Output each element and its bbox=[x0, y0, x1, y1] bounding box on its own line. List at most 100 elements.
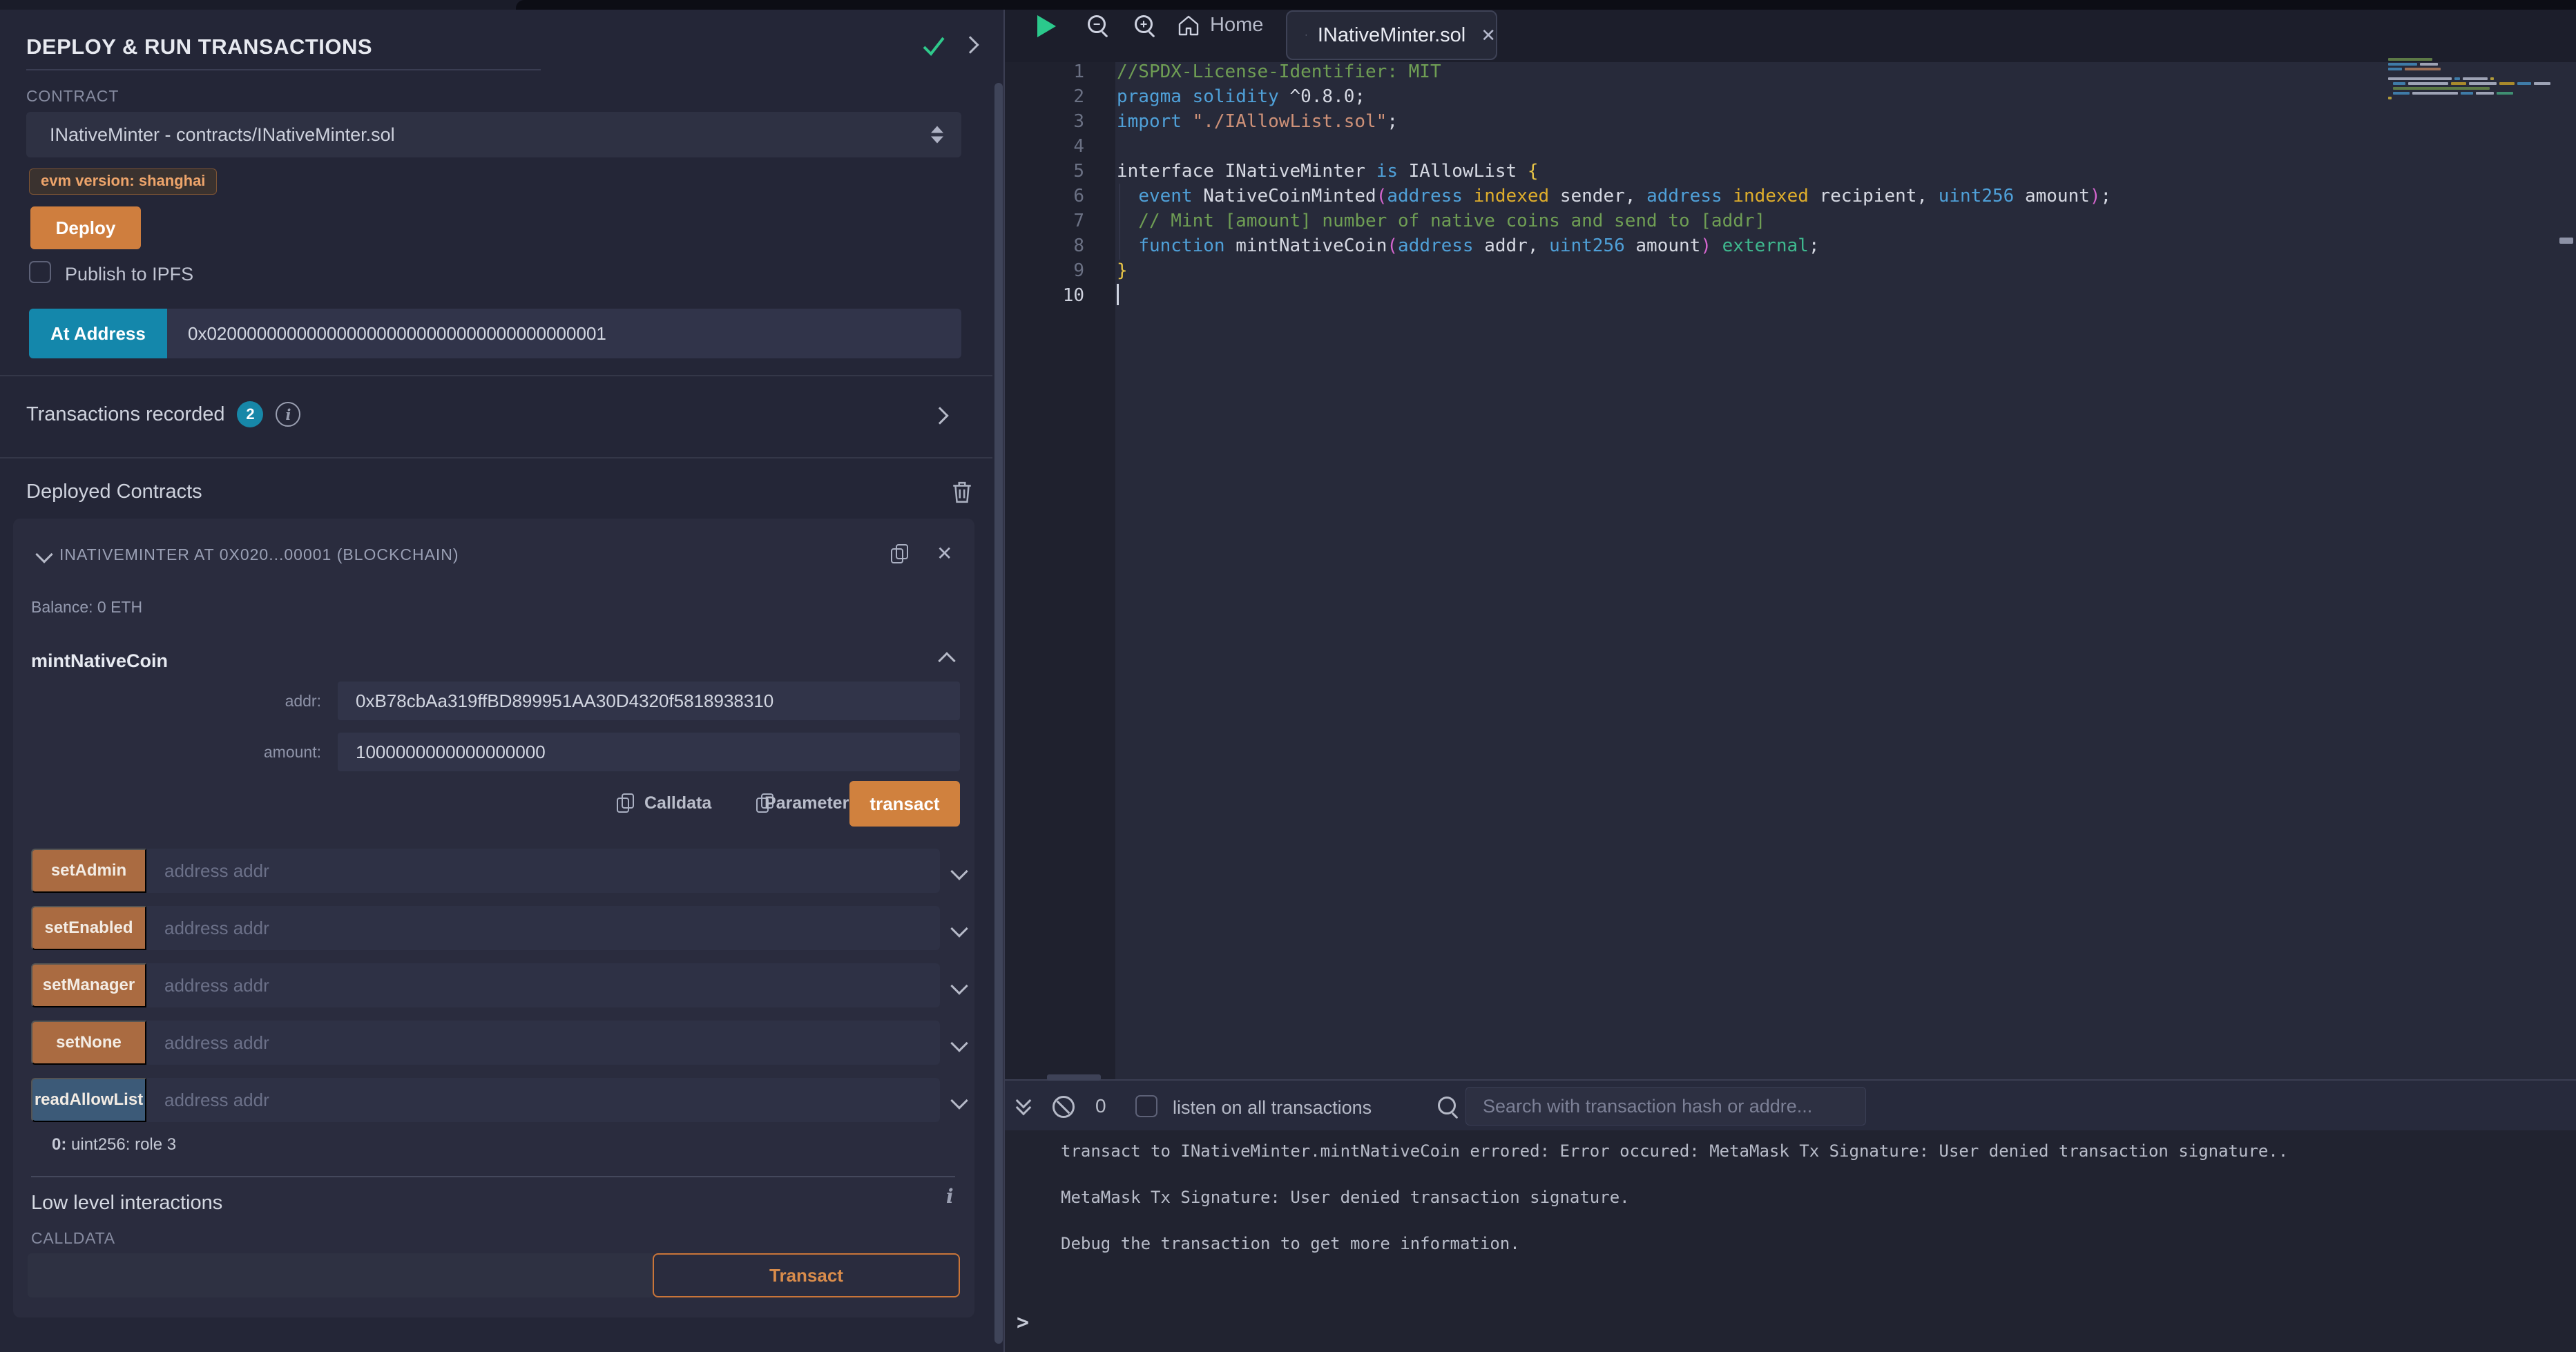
low-level-info-icon[interactable]: i bbox=[946, 1185, 954, 1208]
listen-transactions-checkbox[interactable] bbox=[1135, 1095, 1157, 1117]
code-text: // Mint [amount] number of native coins … bbox=[1084, 209, 1765, 233]
terminal-drag-handle[interactable] bbox=[1047, 1074, 1101, 1081]
line-number: 5 bbox=[1005, 159, 1084, 184]
function-actions-row: Calldata Parameters transact bbox=[31, 781, 960, 827]
text-cursor bbox=[1117, 284, 1119, 305]
parameter-label: amount: bbox=[31, 743, 338, 762]
evm-version-badge: evm version: shanghai bbox=[29, 168, 217, 195]
function-row-setAdmin: setAdmin bbox=[31, 849, 967, 893]
function-input-setEnabled[interactable] bbox=[146, 906, 940, 950]
function-input-readAllowList[interactable] bbox=[146, 1078, 940, 1122]
terminal-prompt[interactable]: > bbox=[1017, 1311, 1029, 1335]
low-level-transact-button[interactable]: Transact bbox=[653, 1253, 960, 1297]
expand-function-chevron-icon[interactable] bbox=[950, 1092, 968, 1109]
publish-ipfs-checkbox[interactable] bbox=[29, 261, 51, 283]
result-value: uint256: role 3 bbox=[66, 1135, 176, 1154]
listen-transactions-label: listen on all transactions bbox=[1173, 1097, 1372, 1119]
code-text: function mintNativeCoin(address addr, ui… bbox=[1084, 233, 1820, 258]
transactions-recorded-section: Transactions recorded 2 i bbox=[0, 375, 992, 458]
copy-address-icon[interactable] bbox=[891, 544, 907, 563]
clear-console-icon[interactable] bbox=[1052, 1096, 1075, 1118]
function-row-readAllowList: readAllowList bbox=[31, 1078, 967, 1122]
terminal-search-input[interactable] bbox=[1465, 1087, 1866, 1126]
expand-function-chevron-icon[interactable] bbox=[950, 977, 968, 994]
code-text: import "./IAllowList.sol"; bbox=[1084, 109, 1398, 134]
panel-collapse-chevron-icon[interactable] bbox=[961, 36, 979, 53]
contract-select[interactable]: INativeMinter - contracts/INativeMinter.… bbox=[26, 112, 961, 157]
code-text: } bbox=[1084, 258, 1128, 283]
compile-success-check-icon bbox=[920, 35, 948, 58]
copy-calldata-label[interactable]: Calldata bbox=[644, 793, 711, 813]
panel-vertical-scrollbar[interactable] bbox=[994, 83, 1003, 1344]
expand-function-chevron-icon[interactable] bbox=[950, 1034, 968, 1052]
code-line: 5interface INativeMinter is IAllowList { bbox=[1005, 159, 2576, 184]
copy-calldata-icon[interactable] bbox=[617, 793, 633, 813]
function-button-setNone[interactable]: setNone bbox=[31, 1021, 146, 1065]
code-line: 6 event NativeCoinMinted(address indexed… bbox=[1005, 184, 2576, 209]
deploy-button[interactable]: Deploy bbox=[30, 206, 141, 249]
zoom-out-icon[interactable]: − bbox=[1088, 15, 1106, 33]
transactions-expand-chevron-icon[interactable] bbox=[931, 407, 948, 424]
remove-contract-icon[interactable]: ✕ bbox=[936, 544, 952, 563]
transactions-count-badge: 2 bbox=[237, 401, 263, 427]
code-line: 7 // Mint [amount] number of native coin… bbox=[1005, 209, 2576, 233]
expand-function-chevron-icon[interactable] bbox=[950, 920, 968, 937]
code-text: pragma solidity ^0.8.0; bbox=[1084, 84, 1365, 109]
function-button-setManager[interactable]: setManager bbox=[31, 963, 146, 1007]
code-line: 8 function mintNativeCoin(address addr, … bbox=[1005, 233, 2576, 258]
result-index: 0: bbox=[52, 1135, 66, 1154]
tab-home[interactable]: Home bbox=[1177, 14, 1263, 37]
transactions-recorded-label: Transactions recorded bbox=[26, 403, 224, 426]
calldata-label: CALLDATA bbox=[31, 1229, 115, 1248]
parameter-input[interactable] bbox=[338, 733, 960, 771]
call-result-line: 0: uint256: role 3 bbox=[52, 1135, 176, 1155]
open-function-name: mintNativeCoin bbox=[31, 650, 168, 672]
select-carets-icon bbox=[931, 126, 943, 144]
code-line: 3import "./IAllowList.sol"; bbox=[1005, 109, 2576, 134]
code-line: 10 bbox=[1005, 283, 2576, 308]
code-line: 2pragma solidity ^0.8.0; bbox=[1005, 84, 2576, 109]
window-top-strip-dark bbox=[516, 0, 2576, 10]
zoom-in-icon[interactable]: + bbox=[1135, 15, 1153, 33]
code-text: interface INativeMinter is IAllowList { bbox=[1084, 159, 1539, 184]
function-button-setEnabled[interactable]: setEnabled bbox=[31, 906, 146, 950]
line-number: 7 bbox=[1005, 209, 1084, 233]
at-address-input[interactable] bbox=[167, 309, 961, 358]
function-input-setManager[interactable] bbox=[146, 963, 940, 1007]
function-parameters: addr: amount: bbox=[31, 682, 960, 784]
copy-parameters-label[interactable]: Parameters bbox=[765, 793, 858, 813]
transact-button[interactable]: transact bbox=[849, 781, 960, 827]
contract-function-list: setAdmin setEnabled setManager setNone readA… bbox=[31, 849, 967, 1135]
tab-inativeminter[interactable]: INativeMinter.sol ✕ bbox=[1286, 10, 1497, 60]
deployed-contracts-title: Deployed Contracts bbox=[26, 481, 202, 503]
trash-icon[interactable] bbox=[952, 481, 972, 504]
calldata-input[interactable] bbox=[28, 1253, 653, 1297]
tab-close-icon[interactable]: ✕ bbox=[1481, 25, 1496, 46]
editor-minimap[interactable] bbox=[2388, 58, 2557, 102]
code-text bbox=[1084, 134, 1117, 159]
info-icon[interactable]: i bbox=[276, 402, 300, 427]
card-divider bbox=[31, 1176, 955, 1177]
contract-balance: Balance: 0 ETH bbox=[31, 598, 142, 617]
code-area[interactable]: 1//SPDX-License-Identifier: MIT2pragma s… bbox=[1005, 59, 2576, 308]
function-button-readAllowList[interactable]: readAllowList bbox=[31, 1078, 146, 1122]
parameter-label: addr: bbox=[31, 692, 338, 711]
terminal-log-line: transact to INativeMinter.mintNativeCoin… bbox=[1061, 1141, 2555, 1161]
run-script-play-icon[interactable] bbox=[1037, 15, 1056, 37]
function-button-setAdmin[interactable]: setAdmin bbox=[31, 849, 146, 893]
parameter-input[interactable] bbox=[338, 682, 960, 720]
terminal-collapse-icon[interactable] bbox=[1017, 1095, 1030, 1116]
function-input-setNone[interactable] bbox=[146, 1021, 940, 1065]
code-text bbox=[1084, 283, 1117, 308]
code-line: 9} bbox=[1005, 258, 2576, 283]
expand-function-chevron-icon[interactable] bbox=[950, 862, 968, 880]
solidity-file-icon bbox=[1305, 25, 1307, 46]
code-text: event NativeCoinMinted(address indexed s… bbox=[1084, 184, 2111, 209]
function-row-setManager: setManager bbox=[31, 963, 967, 1007]
terminal-log-line: Debug the transaction to get more inform… bbox=[1061, 1233, 2555, 1254]
line-number: 1 bbox=[1005, 59, 1084, 84]
indent-guide bbox=[1119, 184, 1120, 260]
line-number: 6 bbox=[1005, 184, 1084, 209]
function-input-setAdmin[interactable] bbox=[146, 849, 940, 893]
at-address-button[interactable]: At Address bbox=[29, 309, 167, 358]
